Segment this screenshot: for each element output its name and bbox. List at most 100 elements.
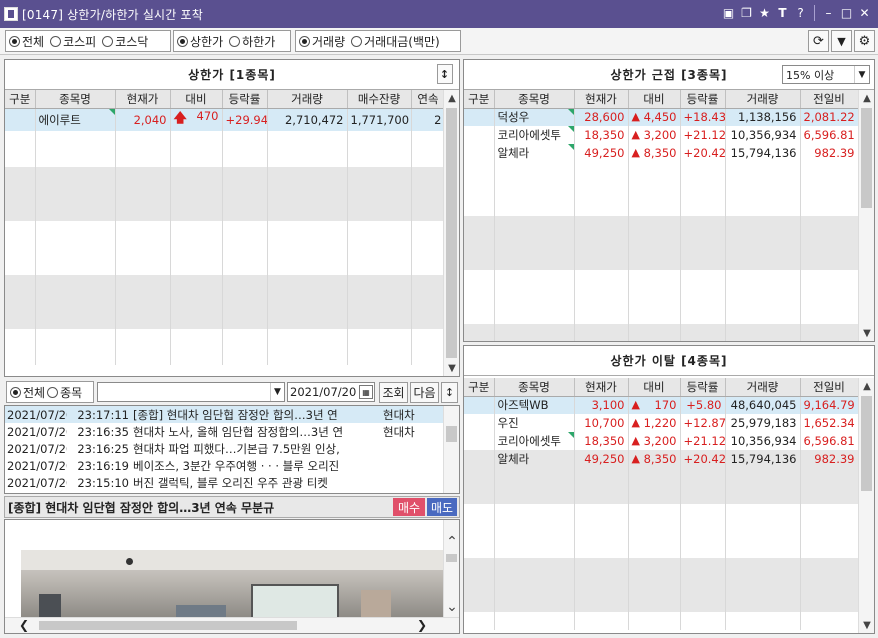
radio-news-all[interactable]: 전체 xyxy=(10,384,45,401)
restore-window-icon[interactable]: ❐ xyxy=(739,5,754,21)
table-row[interactable]: 덕성우 28,600 ▲ 4,450 +18.43 1,138,156 2,081… xyxy=(464,108,859,126)
table-row[interactable]: 에이루트 2,040 🡅 470 +29.94 2,710,472 1,771,7… xyxy=(5,108,446,131)
table-row[interactable] xyxy=(464,612,859,630)
table-row[interactable] xyxy=(464,504,859,522)
table-row[interactable] xyxy=(464,252,859,270)
col-header[interactable]: 현재가 xyxy=(574,90,629,109)
table-row[interactable] xyxy=(464,324,859,341)
pin-icon[interactable]: ★ xyxy=(757,5,772,21)
radio-dot[interactable] xyxy=(229,35,241,47)
refresh-icon[interactable]: ⟳ xyxy=(808,30,829,52)
table-row[interactable] xyxy=(5,328,446,347)
table-row[interactable] xyxy=(464,522,859,540)
scroll-down-icon[interactable]: ⌄ xyxy=(444,599,459,615)
scroll-thumb[interactable] xyxy=(861,108,872,208)
col-header[interactable]: 전일비 xyxy=(800,90,859,109)
radio-dot[interactable] xyxy=(9,35,20,47)
col-header[interactable]: 대비 xyxy=(628,378,681,397)
col-header[interactable]: 종목명 xyxy=(494,378,575,397)
scroll-thumb[interactable] xyxy=(861,396,872,491)
radio-market-kosdaq[interactable]: 코스닥 xyxy=(102,33,148,50)
radio-news-stock[interactable]: 종목 xyxy=(47,384,82,401)
table-row[interactable]: 코리아에셋투 18,350 ▲ 3,200 +21.12 10,356,934 6… xyxy=(464,126,859,144)
table-row[interactable] xyxy=(464,468,859,486)
sell-button[interactable]: 매도 xyxy=(427,498,457,516)
table-row[interactable] xyxy=(464,216,859,234)
col-header[interactable]: 거래량 xyxy=(725,378,801,397)
table-row[interactable] xyxy=(464,288,859,306)
scroll-up-icon[interactable]: ▲ xyxy=(859,90,874,106)
table-row[interactable]: 아즈텍WB 3,100 ▲ 170 +5.80 48,640,045 9,164.… xyxy=(464,396,859,414)
table-row[interactable] xyxy=(464,198,859,216)
dock-icon[interactable]: ▣ xyxy=(721,5,736,21)
col-header[interactable]: 종목명 xyxy=(494,90,575,109)
table-row[interactable] xyxy=(464,540,859,558)
col-header[interactable]: 등락률 xyxy=(680,90,726,109)
vertical-scrollbar[interactable]: ⌃ ⌄ xyxy=(443,520,459,617)
col-header[interactable]: 연속 xyxy=(411,90,446,109)
col-header[interactable]: 종목명 xyxy=(35,90,116,109)
table-row[interactable] xyxy=(464,486,859,504)
scroll-down-icon[interactable]: ▼ xyxy=(859,325,874,341)
table-row[interactable] xyxy=(5,346,446,365)
vertical-scrollbar[interactable]: ▲ ▼ xyxy=(443,90,459,376)
table-row[interactable] xyxy=(5,130,446,149)
buy-button[interactable]: 매수 xyxy=(393,498,425,516)
table-row[interactable]: 알체라 49,250 ▲ 8,350 +20.42 15,794,136 982.… xyxy=(464,144,859,162)
news-item[interactable]: 2021/07/20 23:17:11 [종합] 현대차 임단협 잠정안 합의…… xyxy=(5,406,445,423)
threshold-select[interactable]: 15% 이상 ▼ xyxy=(782,65,870,84)
col-header[interactable]: 현재가 xyxy=(115,90,171,109)
radio-dot[interactable] xyxy=(102,35,114,47)
scroll-thumb[interactable] xyxy=(39,621,297,630)
col-header[interactable]: 현재가 xyxy=(574,378,629,397)
table-row[interactable]: 우진 10,700 ▲ 1,220 +12.87 25,979,183 1,652… xyxy=(464,414,859,432)
dropdown-icon[interactable]: ▼ xyxy=(831,30,852,52)
news-item[interactable]: 2021/07/20 23:15:10 버진 갤럭틱, 블루 오리진 우주 관광… xyxy=(5,474,445,491)
table-row[interactable] xyxy=(464,306,859,324)
scroll-thumb[interactable] xyxy=(446,426,457,442)
vertical-scrollbar[interactable]: ▲ ▼ xyxy=(858,90,874,341)
table-row[interactable] xyxy=(5,238,446,257)
next-button[interactable]: 다음 xyxy=(410,382,439,403)
news-date-field[interactable]: 2021/07/20 ▦ xyxy=(287,382,375,402)
table-row[interactable] xyxy=(464,558,859,576)
col-header[interactable]: 등락률 xyxy=(680,378,726,397)
table-row[interactable] xyxy=(5,292,446,311)
scroll-right-icon[interactable]: ❯ xyxy=(417,618,427,632)
radio-dot[interactable] xyxy=(351,35,363,47)
radio-dot[interactable] xyxy=(299,35,310,47)
radio-market-all[interactable]: 전체 xyxy=(9,33,44,50)
sort-toggle-icon[interactable]: ↕ xyxy=(437,64,453,84)
radio-market-kospi[interactable]: 코스피 xyxy=(50,33,96,50)
scroll-left-icon[interactable]: ❮ xyxy=(19,618,29,632)
scroll-up-icon[interactable]: ▲ xyxy=(444,90,459,106)
table-row[interactable] xyxy=(5,274,446,293)
minimize-icon[interactable]: – xyxy=(821,5,836,21)
chevron-down-icon[interactable]: ▼ xyxy=(854,66,869,83)
table-row[interactable] xyxy=(464,234,859,252)
calendar-icon[interactable]: ▦ xyxy=(359,385,373,399)
font-size-icon[interactable]: T xyxy=(775,5,790,21)
table-row[interactable] xyxy=(464,576,859,594)
news-item[interactable]: 2021/07/20 23:16:25 현대차 파업 피했다…기본급 7.5만원… xyxy=(5,440,445,457)
scroll-down-icon[interactable]: ▼ xyxy=(444,360,459,376)
radio-dot[interactable] xyxy=(10,386,21,398)
scroll-thumb[interactable] xyxy=(446,108,457,358)
table-row[interactable] xyxy=(5,166,446,185)
table-row[interactable] xyxy=(5,256,446,275)
search-button[interactable]: 조회 xyxy=(379,382,408,403)
news-item[interactable]: 2021/07/20 23:16:19 베이조스, 3분간 우주여행 · · ·… xyxy=(5,457,445,474)
table-row[interactable] xyxy=(5,148,446,167)
radio-dot[interactable] xyxy=(177,35,188,47)
radio-dot[interactable] xyxy=(50,35,62,47)
table-row[interactable] xyxy=(464,594,859,612)
col-header[interactable]: 구분 xyxy=(5,90,36,109)
table-row[interactable] xyxy=(5,202,446,221)
col-header[interactable]: 대비 xyxy=(628,90,681,109)
radio-volume[interactable]: 거래량 xyxy=(299,33,345,50)
col-header[interactable]: 대비 xyxy=(170,90,223,109)
radio-upper-limit[interactable]: 상한가 xyxy=(177,33,223,50)
news-stock-combobox[interactable]: ▼ xyxy=(97,382,285,402)
close-icon[interactable]: ✕ xyxy=(857,5,872,21)
radio-lower-limit[interactable]: 하한가 xyxy=(229,33,275,50)
